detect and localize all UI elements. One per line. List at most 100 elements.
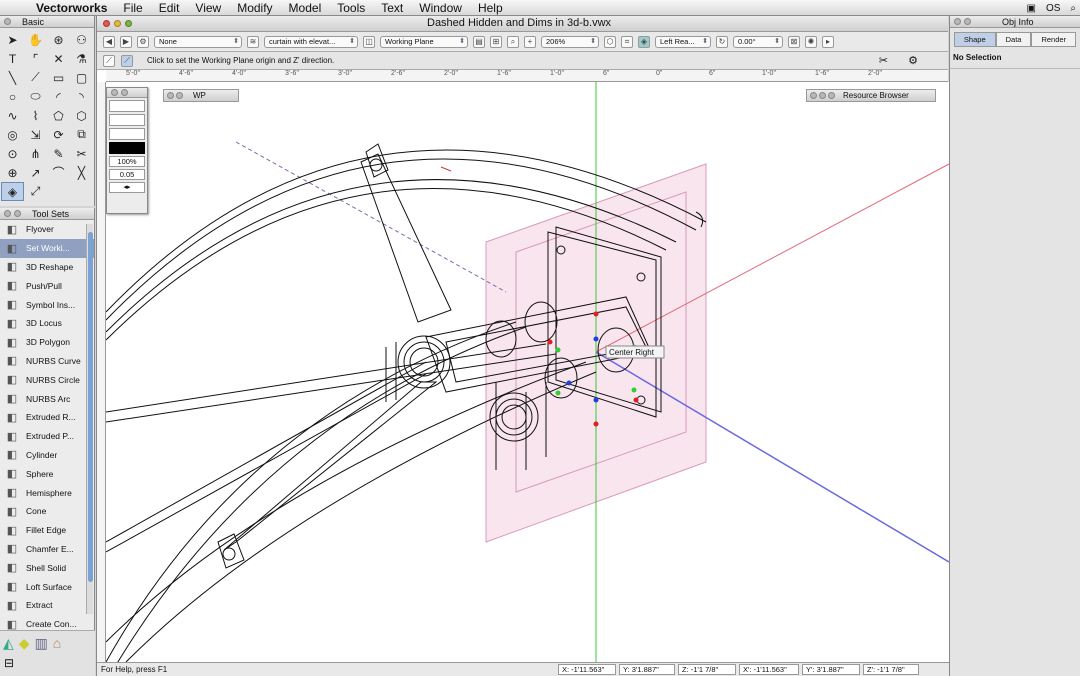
3d-dimension-tool-icon[interactable]: ⤢ — [24, 182, 47, 201]
tool-set-item[interactable]: ◧ Set Worki... — [0, 238, 94, 258]
z-coordinate[interactable]: Z: -1'1 7/8" — [678, 664, 736, 675]
close-icon[interactable] — [111, 89, 118, 96]
line-tool-icon[interactable]: ╲ — [1, 68, 24, 87]
tool-set-item[interactable]: ◧ Cylinder — [0, 446, 94, 465]
menu-model[interactable]: Model — [281, 1, 330, 15]
zoom-icon[interactable]: ⌕ — [507, 35, 519, 48]
pan-tool-icon[interactable]: ✋ — [24, 30, 47, 49]
minimize-icon[interactable] — [819, 92, 826, 99]
building-shell-set-icon[interactable]: ⌂ — [53, 635, 61, 652]
y-prime-coordinate[interactable]: Y': 3'1.887" — [802, 664, 860, 675]
menu-file[interactable]: File — [115, 1, 150, 15]
fixed-tool-icon[interactable]: ⊟ — [0, 656, 95, 670]
detailing-set-icon[interactable]: ▥ — [35, 635, 48, 652]
tool-sets-scrollbar[interactable] — [86, 224, 93, 614]
close-icon[interactable] — [167, 92, 174, 99]
menu-view[interactable]: View — [187, 1, 229, 15]
menu-modify[interactable]: Modify — [229, 1, 280, 15]
dimension-tool-icon[interactable]: ╳ — [70, 163, 93, 182]
opacity-field[interactable]: 100% — [109, 156, 145, 167]
x-coordinate[interactable]: X: -1'11.563" — [558, 664, 616, 675]
render-mode-icon[interactable]: ⌗ — [621, 35, 633, 48]
view-options-icon[interactable]: ✺ — [805, 35, 817, 48]
wp-mode-icon-2[interactable]: ⟋ — [121, 54, 133, 67]
fillet-tool-icon[interactable]: ⊙ — [1, 144, 24, 163]
tool-set-item[interactable]: ◧ Fillet Edge — [0, 521, 94, 540]
tool-set-item[interactable]: ◧ NURBS Curve — [0, 352, 94, 371]
mirror-tool-icon[interactable]: ⧉ — [70, 125, 93, 144]
tool-set-item[interactable]: ◧ Chamfer E... — [0, 540, 94, 559]
chamfer-tool-icon[interactable]: ⌒ — [47, 163, 70, 182]
zoom-field[interactable]: 206% — [541, 35, 599, 48]
tool-set-item[interactable]: ◧ Cone — [0, 502, 94, 521]
tool-set-item[interactable]: ◧ Hemisphere — [0, 483, 94, 502]
tool-set-item[interactable]: ◧ Loft Surface — [0, 577, 94, 596]
zoom-in-icon[interactable]: + — [524, 35, 536, 48]
menu-app[interactable]: Vectorworks — [28, 1, 115, 15]
tool-set-item[interactable]: ◧ 3D Polygon — [0, 333, 94, 352]
drawing-canvas[interactable]: Center Right — [106, 82, 949, 662]
pen-style-swatch[interactable] — [109, 128, 145, 140]
z-prime-coordinate[interactable]: Z': -1'1 7/8" — [863, 664, 919, 675]
tool-set-item[interactable]: ◧ Extract — [0, 596, 94, 615]
eyedropper-tool-icon[interactable]: ⚗ — [70, 49, 93, 68]
zoom-fit-icon[interactable]: ⊞ — [490, 35, 502, 48]
menu-window[interactable]: Window — [411, 1, 470, 15]
back-icon[interactable]: ◀ — [103, 35, 115, 48]
layer-options-icon[interactable]: ⊠ — [788, 35, 800, 48]
fill-color-swatch[interactable] — [109, 114, 145, 126]
rounded-rect-tool-icon[interactable]: ▢ — [70, 68, 93, 87]
tool-set-item[interactable]: ◧ 3D Locus — [0, 314, 94, 333]
standard-view-select[interactable]: Left Rea... — [655, 35, 711, 48]
close-icon[interactable] — [4, 18, 11, 25]
y-coordinate[interactable]: Y: 3'1.887" — [619, 664, 675, 675]
close-icon[interactable] — [4, 210, 11, 217]
connect-tool-icon[interactable]: ↗ — [24, 163, 47, 182]
clip-tool-icon[interactable]: ⊕ — [1, 163, 24, 182]
forward-icon[interactable]: ▶ — [120, 35, 132, 48]
active-class-select[interactable]: None — [154, 35, 242, 48]
tool-set-item[interactable]: ◧ 3D Reshape — [0, 258, 94, 277]
oval-tool-icon[interactable]: ⬭ — [24, 87, 47, 106]
class-options-icon[interactable]: ⚙ — [137, 35, 149, 48]
rotate-tool-icon[interactable]: ⟳ — [47, 125, 70, 144]
split-tool-icon[interactable]: ✎ — [47, 144, 70, 163]
fill-style-swatch[interactable] — [109, 100, 145, 112]
text-tool-icon[interactable]: T — [1, 49, 24, 68]
quarter-arc-tool-icon[interactable]: ◝ — [70, 87, 93, 106]
freehand-tool-icon[interactable]: ∿ — [1, 106, 24, 125]
spotlight-icon[interactable]: ⌕ — [1070, 3, 1076, 14]
view-icon[interactable]: ⬡ — [604, 35, 616, 48]
tool-set-item[interactable]: ◧ Symbol Ins... — [0, 295, 94, 314]
menu-tools[interactable]: Tools — [329, 1, 373, 15]
selection-tool-icon[interactable]: ➤ — [1, 30, 24, 49]
walkthrough-tool-icon[interactable]: ⚇ — [70, 30, 93, 49]
callout-tool-icon[interactable]: ⌜ — [24, 49, 47, 68]
set-working-plane-tool-icon[interactable]: ◈ — [1, 182, 24, 201]
double-line-tool-icon[interactable]: ⟋ — [24, 68, 47, 87]
tab-shape[interactable]: Shape — [953, 32, 996, 47]
zoom-icon[interactable] — [828, 92, 835, 99]
circle-tool-icon[interactable]: ○ — [1, 87, 24, 106]
3d-modeling-set-icon[interactable]: ◭ — [3, 635, 14, 652]
trim-tool-icon[interactable]: ✂ — [70, 144, 93, 163]
tool-set-item[interactable]: ◧ Shell Solid — [0, 558, 94, 577]
more-icon[interactable]: ▸ — [822, 35, 834, 48]
rotation-field[interactable]: 0.00° — [733, 35, 783, 48]
line-weight-field[interactable]: 0.05 — [109, 169, 145, 180]
minimize-icon[interactable] — [14, 210, 21, 217]
status-os-icon[interactable]: OS — [1046, 3, 1060, 14]
sheet-icon[interactable]: ▤ — [473, 35, 485, 48]
tool-set-item[interactable]: ◧ Push/Pull — [0, 276, 94, 295]
arrowhead-select[interactable]: ◂▸ — [109, 182, 145, 193]
reshape-tool-icon[interactable]: ⇲ — [24, 125, 47, 144]
menu-text[interactable]: Text — [373, 1, 411, 15]
layer-icon[interactable]: ≋ — [247, 35, 259, 48]
projection-icon[interactable]: ◈ — [638, 35, 650, 48]
menu-edit[interactable]: Edit — [151, 1, 188, 15]
x-prime-coordinate[interactable]: X': -1'11.563" — [739, 664, 799, 675]
working-plane-select[interactable]: Working Plane — [380, 35, 468, 48]
plane-icon[interactable]: ◫ — [363, 35, 375, 48]
flyover-tool-icon[interactable]: ⊛ — [47, 30, 70, 49]
minimize-icon[interactable] — [964, 18, 971, 25]
